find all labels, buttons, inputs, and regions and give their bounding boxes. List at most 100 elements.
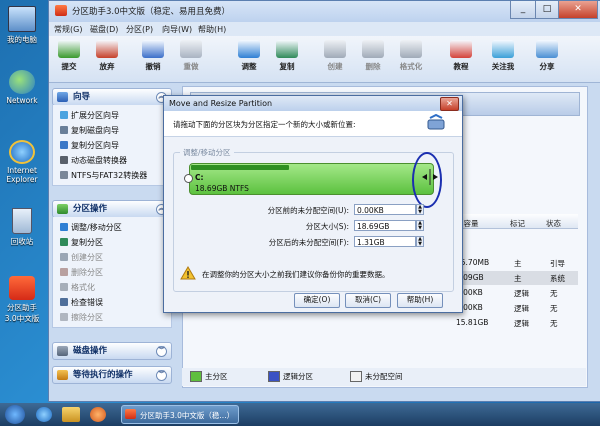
- app-logo-icon: [55, 5, 67, 16]
- table-cell-status: 引导: [550, 259, 565, 268]
- cancel-button[interactable]: 取消(C): [345, 293, 391, 308]
- sidebar-item-copy-partition-wizard[interactable]: 复制分区向导: [60, 140, 119, 151]
- toolbar-button-check[interactable]: 提交: [52, 40, 86, 72]
- tutorial-icon: [450, 40, 472, 58]
- recycle-bin-icon: [12, 208, 32, 234]
- partition-op-icon: [60, 223, 68, 231]
- spinner-arrows-icon[interactable]: ▲ ▼: [416, 236, 424, 247]
- taskbar-media-icon[interactable]: [90, 407, 106, 422]
- legend-swatch-logical: [268, 371, 280, 382]
- taskbar-ie-icon[interactable]: [36, 407, 52, 422]
- warning-text: 在调整你的分区大小之前我们建议你备份你的重要数据。: [202, 270, 390, 279]
- sidebar-item-partition-op[interactable]: 删除分区: [60, 267, 103, 278]
- sidebar-item-partition-op[interactable]: 检查错误: [60, 297, 103, 308]
- expand-chevron-icon[interactable]: ︾: [156, 346, 167, 357]
- sidebar-item-label: 创建分区: [71, 253, 103, 262]
- disk-ops-section-header[interactable]: 磁盘操作 ︾: [52, 342, 172, 360]
- sidebar-item-label: NTFS与FAT32转换器: [71, 171, 148, 180]
- toolbar-button-undo[interactable]: 撤销: [136, 40, 170, 72]
- desktop-icon-label: 回收站: [10, 237, 34, 246]
- warning-icon: [180, 266, 196, 280]
- toolbar-button-label: 撤销: [145, 62, 161, 71]
- sidebar-item-partition-op[interactable]: 格式化: [60, 282, 95, 293]
- table-cell-flag: 主: [514, 259, 522, 268]
- partition-info: 18.69GB NTFS: [195, 184, 249, 193]
- spinner-arrows-icon[interactable]: ▲ ▼: [416, 204, 424, 215]
- table-cell-status: 无: [550, 289, 558, 298]
- legend-swatch-primary: [190, 371, 202, 382]
- ok-button[interactable]: 确定(O): [294, 293, 340, 308]
- sidebar-item-copy-disk-wizard[interactable]: 复制磁盘向导: [60, 125, 119, 136]
- wizard-section-header[interactable]: 向导 ︽: [52, 88, 172, 106]
- sidebar-item-partition-op[interactable]: 创建分区: [60, 252, 103, 263]
- sidebar-item-extend-partition-wizard[interactable]: 扩展分区向导: [60, 110, 119, 121]
- table-cell-flag: 逻辑: [514, 304, 529, 313]
- menu-help[interactable]: 帮助(H): [198, 24, 226, 35]
- desktop-icon-internet-explorer[interactable]: Internet Explorer: [2, 140, 42, 184]
- left-resize-handle[interactable]: [184, 174, 193, 183]
- computer-icon: [8, 6, 36, 32]
- desktop-icon-recycle-bin[interactable]: 回收站: [2, 208, 42, 247]
- taskbar-explorer-icon[interactable]: [62, 407, 80, 422]
- column-header-flag[interactable]: 标记: [510, 218, 525, 229]
- dialog-titlebar[interactable]: Move and Resize Partition: [164, 96, 462, 111]
- toolbar-button-copy[interactable]: 复制: [270, 40, 304, 72]
- pending-ops-section-header[interactable]: 等待执行的操作 ︾: [52, 366, 172, 384]
- sidebar-item-label: 扩展分区向导: [71, 111, 119, 120]
- desktop-icon-label: Internet Explorer: [6, 166, 38, 184]
- size-field-input[interactable]: 1.31GB: [354, 236, 416, 247]
- table-cell-flag: 逻辑: [514, 319, 529, 328]
- minimize-button[interactable]: _: [510, 1, 536, 19]
- size-field-input[interactable]: 0.00KB: [354, 204, 416, 215]
- toolbar-button-create[interactable]: 创建: [318, 40, 352, 72]
- toolbar-button-label: 删除: [365, 62, 381, 71]
- desktop-icon-label: 我的电脑: [7, 35, 37, 44]
- sidebar-item-partition-op[interactable]: 擦除分区: [60, 312, 103, 323]
- menu-partition[interactable]: 分区(P): [126, 24, 153, 35]
- sidebar-item-partition-op[interactable]: 调整/移动分区: [60, 222, 122, 233]
- converter-icon: [60, 171, 68, 179]
- copy-disk-icon: [60, 126, 68, 134]
- toolbar-button-label: 格式化: [399, 62, 423, 71]
- column-header-status[interactable]: 状态: [546, 218, 561, 229]
- taskbar-app-button[interactable]: 分区助手3.0中文版（稳...）: [121, 405, 239, 424]
- toolbar-button-delete[interactable]: 删除: [356, 40, 390, 72]
- sidebar-item-label: 检查错误: [71, 298, 103, 307]
- partition-assistant-icon: [9, 276, 35, 300]
- toolbar-button-tutorial[interactable]: 教程: [444, 40, 478, 72]
- desktop-icon-partition-assistant[interactable]: 分区助手3.0中文版: [2, 276, 42, 324]
- dynamic-disk-icon: [60, 156, 68, 164]
- size-field-input[interactable]: 18.69GB: [354, 220, 416, 231]
- close-button[interactable]: ✕: [558, 1, 598, 19]
- toolbar-button-resize[interactable]: 调整: [232, 40, 266, 72]
- menu-wizard[interactable]: 向导(W): [162, 24, 192, 35]
- partition-ops-section-header[interactable]: 分区操作 ︽: [52, 200, 172, 218]
- sidebar-item-ntfs-fat32-converter[interactable]: NTFS与FAT32转换器: [60, 170, 147, 181]
- taskbar-app-icon: [125, 409, 136, 419]
- menu-general[interactable]: 常规(G): [54, 24, 82, 35]
- toolbar-button-label: 教程: [453, 62, 469, 71]
- spinner-arrows-icon[interactable]: ▲ ▼: [416, 220, 424, 231]
- toolbar-button-share[interactable]: 分享: [530, 40, 564, 72]
- toolbar-button-format[interactable]: 格式化: [394, 40, 428, 72]
- dialog-title: Move and Resize Partition: [169, 99, 273, 108]
- toolbar-button-label: 提交: [61, 62, 77, 71]
- toolbar-button-follow[interactable]: 关注我: [486, 40, 520, 72]
- expand-chevron-icon[interactable]: ︾: [156, 370, 167, 381]
- table-cell-used: 15.81GB: [456, 318, 489, 327]
- toolbar-button-label: 分享: [539, 62, 555, 71]
- desktop-icon-my-computer[interactable]: 我的电脑: [2, 6, 42, 45]
- toolbar-button-redo[interactable]: 重做: [174, 40, 208, 72]
- menu-disk[interactable]: 磁盘(D): [90, 24, 118, 35]
- start-button[interactable]: [5, 405, 25, 424]
- toolbar-button-discard[interactable]: 放弃: [90, 40, 124, 72]
- internet-explorer-icon: [9, 140, 35, 164]
- field-label: 分区后的未分配空间(F):: [268, 238, 349, 247]
- dialog-close-button[interactable]: ✕: [440, 97, 459, 111]
- sidebar-item-partition-op[interactable]: 复制分区: [60, 237, 103, 248]
- sidebar-item-dynamic-disk-converter[interactable]: 动态磁盘转换器: [60, 155, 127, 166]
- help-button[interactable]: 帮助(H): [397, 293, 443, 308]
- maximize-button[interactable]: □: [535, 1, 559, 19]
- legend-swatch-unallocated: [350, 371, 362, 382]
- desktop-icon-network[interactable]: Network: [2, 70, 42, 105]
